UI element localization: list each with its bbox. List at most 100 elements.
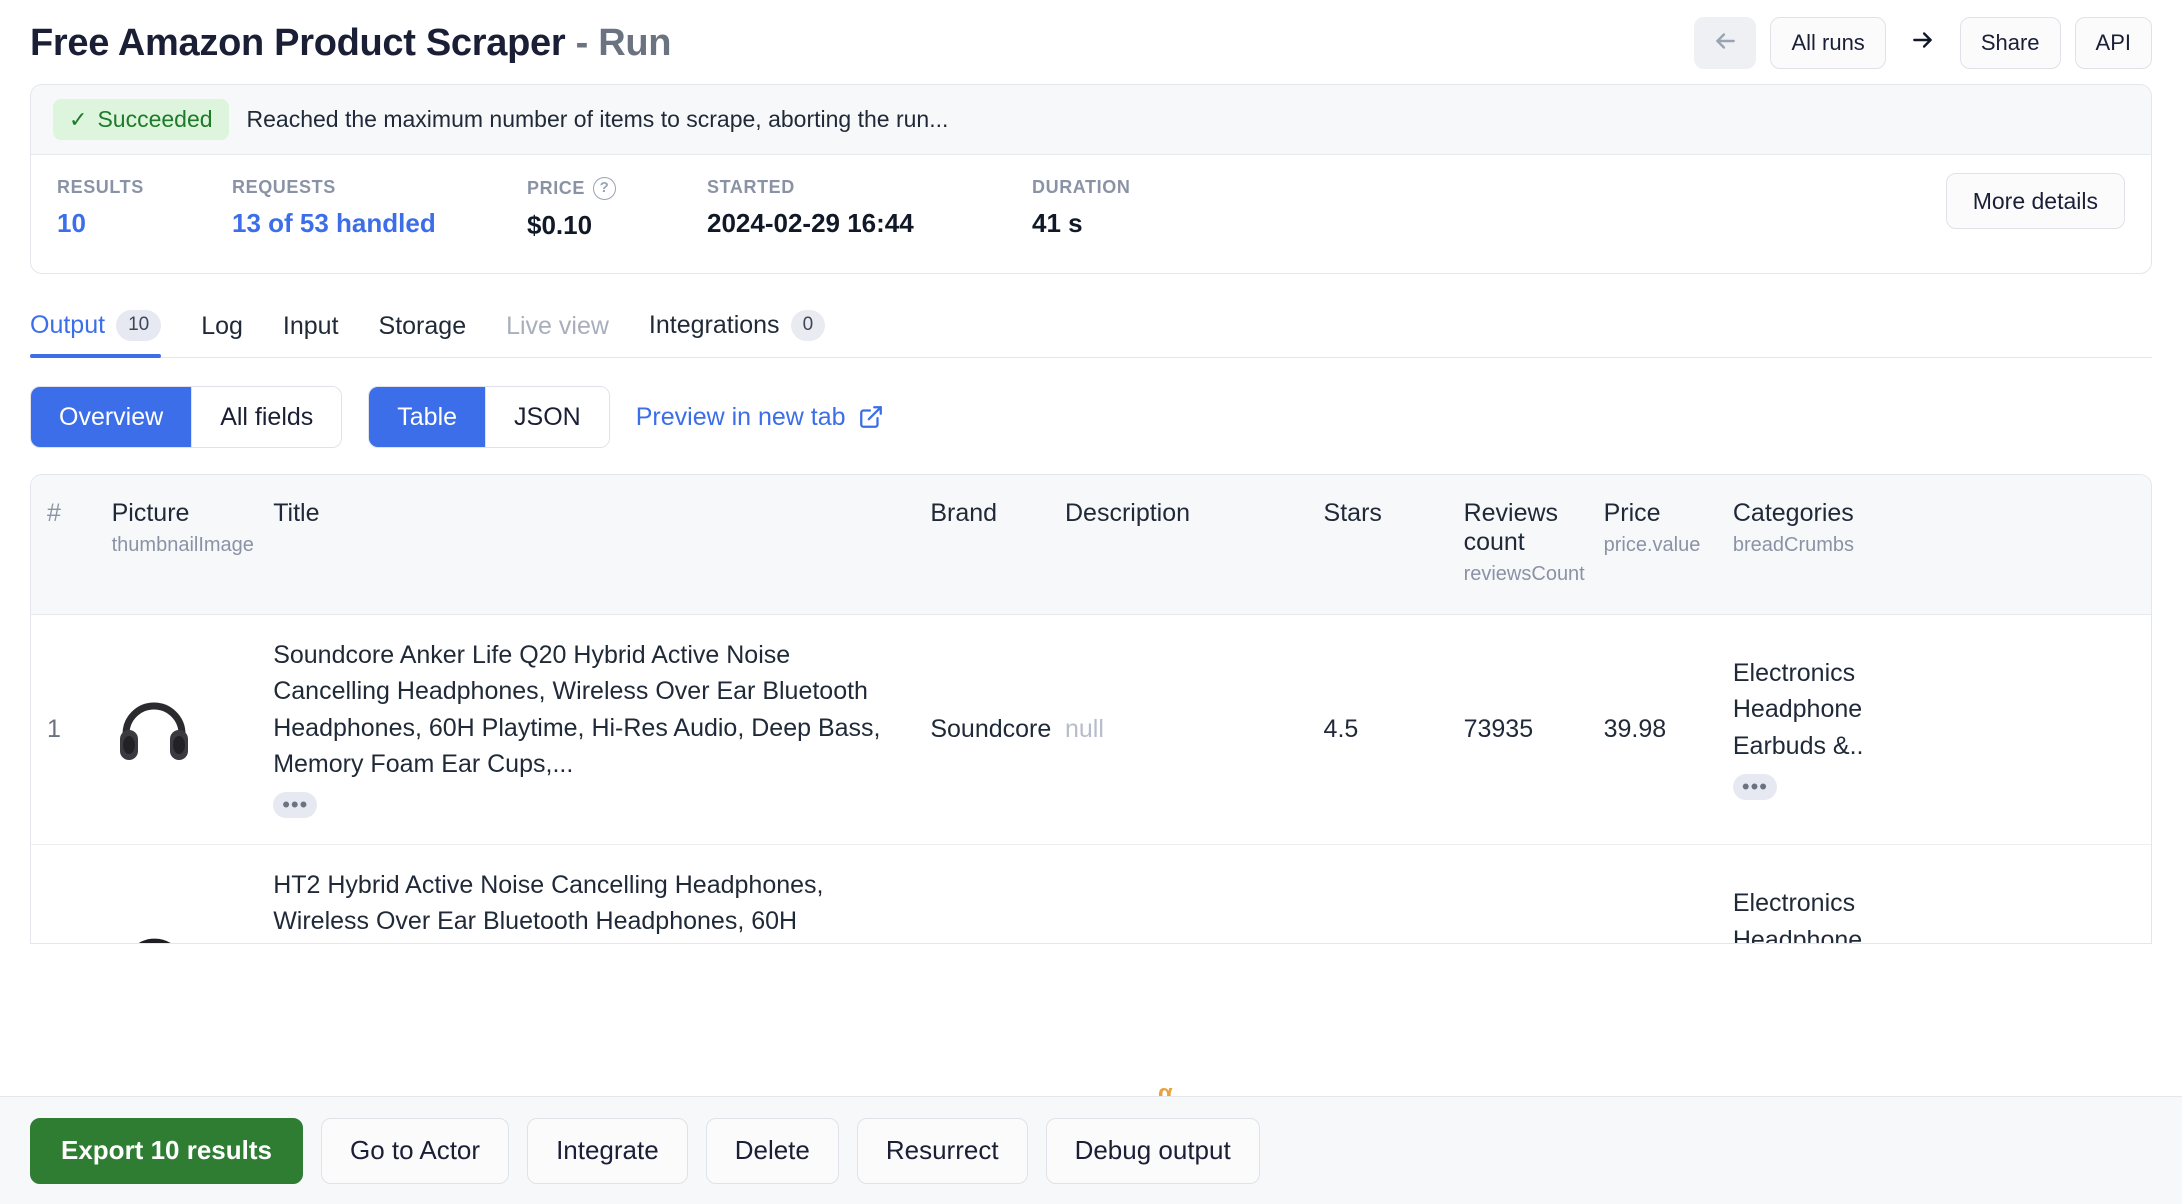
tab-input[interactable]: Input bbox=[263, 312, 359, 357]
fields-segmented-control: Overview All fields bbox=[30, 386, 343, 448]
debug-output-button[interactable]: Debug output bbox=[1045, 1117, 1260, 1184]
column-header-reviews-count: Reviews count reviewsCount bbox=[1447, 475, 1588, 615]
stat-results-value[interactable]: 10 bbox=[57, 208, 232, 239]
status-badge-label: Succeeded bbox=[97, 106, 213, 132]
stat-duration-label: DURATION bbox=[1032, 177, 1131, 197]
tab-storage[interactable]: Storage bbox=[359, 312, 487, 357]
page-title-separator: - bbox=[575, 21, 589, 64]
delete-label: Delete bbox=[734, 1135, 810, 1165]
more-details-wrap: More details bbox=[1945, 173, 2125, 229]
stat-started-label: STARTED bbox=[707, 177, 795, 197]
row-picture bbox=[95, 614, 258, 846]
column-header-categories-field: breadCrumbs bbox=[1732, 534, 1855, 556]
api-button[interactable]: API bbox=[2074, 17, 2152, 69]
all-runs-button[interactable]: All runs bbox=[1770, 17, 1886, 69]
row-reviews-count: 2948 bbox=[1447, 844, 1588, 943]
product-thumbnail-icon bbox=[112, 918, 242, 943]
resurrect-label: Resurrect bbox=[885, 1135, 999, 1165]
row-price: 39.98 bbox=[1587, 614, 1717, 846]
export-results-button[interactable]: Export 10 results bbox=[30, 1117, 303, 1184]
column-header-brand: Brand bbox=[914, 475, 1049, 615]
stat-started-value: 2024-02-29 16:44 bbox=[707, 208, 914, 238]
help-icon[interactable]: ? bbox=[593, 177, 617, 200]
row-title-text: Soundcore Anker Life Q20 Hybrid Active N… bbox=[273, 641, 881, 778]
results-table-head: # Picture thumbnailImage Title Brand Des… bbox=[31, 475, 2151, 615]
column-header-picture: Picture thumbnailImage bbox=[95, 475, 258, 615]
row-spacer bbox=[1900, 614, 2151, 846]
row-stars: 4.5 bbox=[1307, 614, 1448, 846]
segment-json[interactable]: JSON bbox=[485, 387, 609, 447]
column-header-title: Title bbox=[257, 475, 915, 615]
row-price: 49.99 bbox=[1587, 844, 1717, 943]
row-description: null bbox=[1049, 844, 1308, 943]
row-stars: 4.7 bbox=[1307, 844, 1448, 943]
integrate-button[interactable]: Integrate bbox=[527, 1117, 688, 1184]
page-title-run: Run bbox=[598, 21, 672, 64]
status-badge: ✓ Succeeded bbox=[53, 99, 229, 140]
table-row[interactable]: 2 HT2 Hybrid A bbox=[31, 844, 2151, 944]
table-row[interactable]: 1 Soundcore Anker Life Q20 Hybrid Active… bbox=[31, 614, 2151, 846]
tab-output-badge: 10 bbox=[116, 310, 162, 341]
stat-results: RESULTS 10 bbox=[57, 177, 232, 239]
results-table-body: 1 Soundcore Anker Life Q20 Hybrid Active… bbox=[31, 614, 2151, 944]
tab-live-view: Live view bbox=[486, 312, 629, 357]
segment-table[interactable]: Table bbox=[369, 387, 486, 447]
row-categories-text: Electronics Headphone Earbuds &.. bbox=[1732, 889, 1863, 944]
go-to-actor-label: Go to Actor bbox=[349, 1135, 481, 1165]
results-table: # Picture thumbnailImage Title Brand Des… bbox=[31, 475, 2151, 944]
stat-results-label: RESULTS bbox=[57, 177, 144, 197]
resurrect-button[interactable]: Resurrect bbox=[856, 1117, 1028, 1184]
stat-price-label: PRICE ? bbox=[527, 177, 707, 200]
page-title-main: Free Amazon Product Scraper bbox=[30, 21, 566, 64]
row-spacer bbox=[1900, 844, 2151, 943]
page-header: Free Amazon Product Scraper - Run All ru… bbox=[0, 0, 2182, 78]
tab-integrations[interactable]: Integrations 0 bbox=[629, 310, 845, 357]
results-table-container[interactable]: # Picture thumbnailImage Title Brand Des… bbox=[30, 474, 2152, 944]
row-brand: Soundcore bbox=[914, 614, 1051, 846]
row-reviews-count: 73935 bbox=[1447, 614, 1588, 846]
tab-output-label: Output bbox=[30, 311, 106, 340]
product-thumbnail-icon bbox=[112, 688, 242, 772]
segment-overview[interactable]: Overview bbox=[31, 387, 192, 447]
stat-started: STARTED 2024-02-29 16:44 bbox=[707, 177, 1032, 239]
column-header-description: Description bbox=[1049, 475, 1308, 615]
row-categories: Electronics Headphone Earbuds &.. ••• bbox=[1716, 844, 1900, 944]
stat-requests: REQUESTS 13 of 53 handled bbox=[232, 177, 527, 239]
run-stats: RESULTS 10 REQUESTS 13 of 53 handled PRI… bbox=[31, 155, 2151, 273]
more-details-button[interactable]: More details bbox=[1945, 173, 2125, 229]
tab-log[interactable]: Log bbox=[181, 312, 263, 357]
more-details-label: More details bbox=[1972, 187, 2098, 214]
row-index: 2 bbox=[31, 844, 96, 943]
tab-output[interactable]: Output 10 bbox=[30, 310, 181, 358]
column-header-categories: Categories breadCrumbs bbox=[1716, 475, 1900, 615]
stat-price: PRICE ? $0.10 bbox=[527, 177, 707, 241]
segment-json-label: JSON bbox=[514, 402, 581, 431]
api-label: API bbox=[2095, 30, 2131, 55]
row-categories: Electronics Headphone Earbuds &.. ••• bbox=[1716, 614, 1900, 846]
preview-in-new-tab-link[interactable]: Preview in new tab bbox=[636, 403, 884, 432]
stat-duration-value: 41 s bbox=[1032, 208, 1083, 238]
share-button[interactable]: Share bbox=[1959, 17, 2061, 69]
share-label: Share bbox=[1980, 30, 2040, 55]
back-button[interactable] bbox=[1694, 17, 1757, 69]
delete-button[interactable]: Delete bbox=[705, 1117, 839, 1184]
integrate-label: Integrate bbox=[556, 1135, 659, 1165]
column-header-stars: Stars bbox=[1307, 475, 1448, 615]
row-title-expand-badge[interactable]: ••• bbox=[273, 792, 318, 818]
arrow-left-icon bbox=[1712, 28, 1738, 58]
stat-requests-value[interactable]: 13 of 53 handled bbox=[232, 208, 527, 239]
header-actions: All runs Share API bbox=[1694, 17, 2152, 69]
tab-integrations-label: Integrations bbox=[648, 311, 780, 340]
go-to-actor-button[interactable]: Go to Actor bbox=[320, 1117, 510, 1184]
debug-output-label: Debug output bbox=[1074, 1135, 1231, 1165]
row-brand: TOZO bbox=[914, 844, 1049, 943]
stat-price-value: $0.10 bbox=[527, 210, 593, 240]
stat-duration: DURATION 41 s bbox=[1032, 177, 1130, 239]
check-icon: ✓ bbox=[69, 106, 88, 132]
column-header-picture-field: thumbnailImage bbox=[111, 534, 254, 556]
forward-button[interactable] bbox=[1900, 17, 1946, 69]
segment-all-fields[interactable]: All fields bbox=[191, 387, 342, 447]
row-categories-expand-badge[interactable]: ••• bbox=[1732, 773, 1777, 800]
tab-storage-label: Storage bbox=[378, 312, 467, 340]
row-title-text: HT2 Hybrid Active Noise Cancelling Headp… bbox=[273, 871, 824, 936]
